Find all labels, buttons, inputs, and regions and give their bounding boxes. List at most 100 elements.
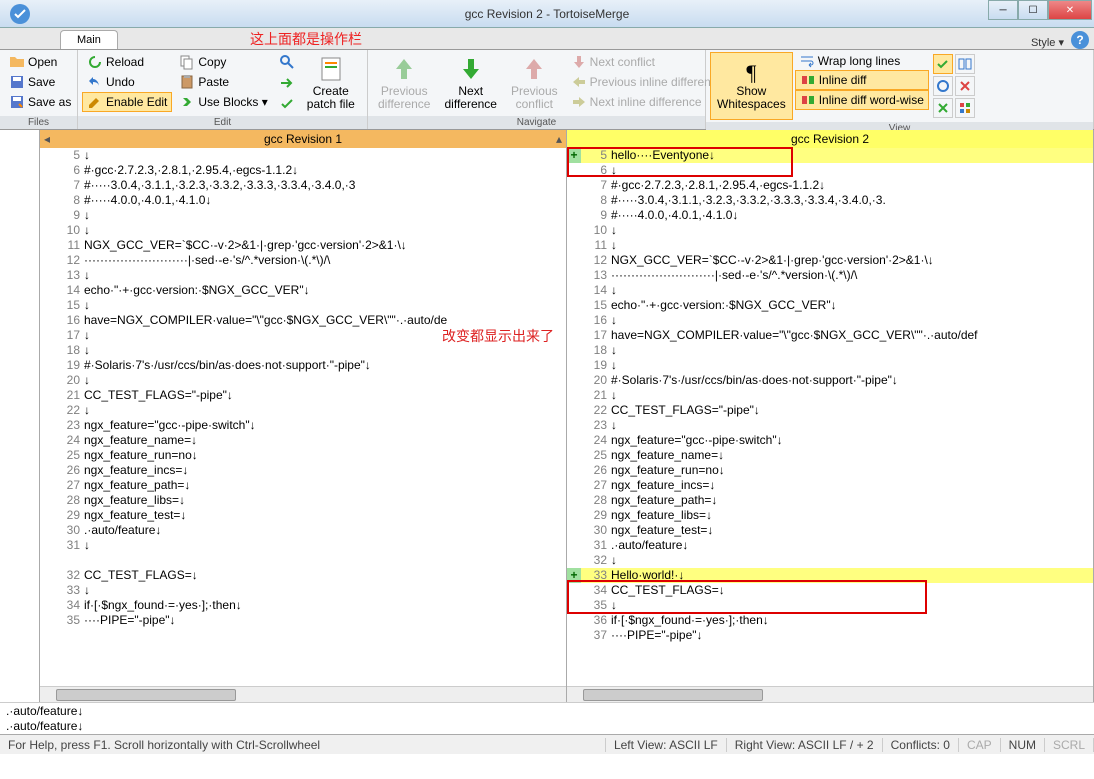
- view-opt-5[interactable]: [933, 98, 953, 118]
- code-line[interactable]: 13··························|·sed·-e·'s/…: [567, 268, 1093, 283]
- code-line[interactable]: 8#·····3.0.4,·3.1.1,·3.2.3,·3.3.2,·3.3.3…: [567, 193, 1093, 208]
- code-line[interactable]: 18↓: [567, 343, 1093, 358]
- maximize-button[interactable]: ☐: [1018, 0, 1048, 20]
- tab-main[interactable]: Main: [60, 30, 118, 49]
- save-as-button[interactable]: Save as: [4, 92, 73, 112]
- code-line[interactable]: 36if·[·$ngx_found·=·yes·];·then↓: [567, 613, 1093, 628]
- close-button[interactable]: ✕: [1048, 0, 1092, 20]
- view-opt-1[interactable]: [933, 54, 953, 74]
- code-line[interactable]: 34CC_TEST_FLAGS=↓: [567, 583, 1093, 598]
- create-patch-button[interactable]: Create patch file: [301, 52, 361, 114]
- code-line[interactable]: 12··························|·sed·-e·'s/…: [40, 253, 566, 268]
- prev-inline-button[interactable]: Previous inline difference: [566, 72, 729, 92]
- collapse-left-icon[interactable]: ◂: [44, 132, 50, 146]
- code-line[interactable]: [40, 553, 566, 568]
- code-line[interactable]: 12NGX_GCC_VER=`$CC·-v·2>&1·|·grep·'gcc·v…: [567, 253, 1093, 268]
- open-button[interactable]: Open: [4, 52, 73, 72]
- code-line[interactable]: 9#·····4.0.0,·4.0.1,·4.1.0↓: [567, 208, 1093, 223]
- code-line[interactable]: 11NGX_GCC_VER=`$CC·-v·2>&1·|·grep·'gcc·v…: [40, 238, 566, 253]
- save-button[interactable]: Save: [4, 72, 73, 92]
- left-content[interactable]: 5↓6#·gcc·2.7.2.3,·2.8.1,·2.95.4,·egcs-1.…: [40, 148, 566, 686]
- code-line[interactable]: 8#·····4.0.0,·4.0.1,·4.1.0↓: [40, 193, 566, 208]
- code-line[interactable]: 25ngx_feature_run=no↓: [40, 448, 566, 463]
- code-line[interactable]: 25ngx_feature_name=↓: [567, 448, 1093, 463]
- code-line[interactable]: 14↓: [567, 283, 1093, 298]
- prev-conflict-button[interactable]: Previous conflict: [505, 52, 564, 114]
- code-line[interactable]: 22↓: [40, 403, 566, 418]
- view-opt-2[interactable]: [955, 54, 975, 74]
- code-line[interactable]: 24ngx_feature="gcc·-pipe·switch"↓: [567, 433, 1093, 448]
- code-line[interactable]: 13↓: [40, 268, 566, 283]
- code-line[interactable]: 16↓: [567, 313, 1093, 328]
- paste-button[interactable]: Paste: [174, 72, 272, 92]
- code-line[interactable]: 30ngx_feature_test=↓: [567, 523, 1093, 538]
- style-dropdown[interactable]: Style ▾: [1031, 36, 1064, 49]
- right-content[interactable]: +5hello····Eventyone↓6↓7#·gcc·2.7.2.3,·2…: [567, 148, 1093, 686]
- goto-icon[interactable]: [279, 75, 295, 91]
- code-line[interactable]: 6#·gcc·2.7.2.3,·2.8.1,·2.95.4,·egcs-1.1.…: [40, 163, 566, 178]
- right-hscroll[interactable]: [567, 686, 1093, 702]
- code-line[interactable]: 21CC_TEST_FLAGS="-pipe"↓: [40, 388, 566, 403]
- code-line[interactable]: 19↓: [567, 358, 1093, 373]
- code-line[interactable]: 35····PIPE="-pipe"↓: [40, 613, 566, 628]
- find-icon[interactable]: [279, 54, 295, 70]
- show-whitespace-button[interactable]: ¶Show Whitespaces: [710, 52, 793, 120]
- next-diff-button[interactable]: Next difference: [438, 52, 502, 114]
- code-line[interactable]: 10↓: [40, 223, 566, 238]
- wrap-lines-toggle[interactable]: Wrap long lines: [795, 52, 929, 70]
- code-line[interactable]: 35↓: [567, 598, 1093, 613]
- code-line[interactable]: 22CC_TEST_FLAGS="-pipe"↓: [567, 403, 1093, 418]
- inline-diff-ww-toggle[interactable]: Inline diff word-wise: [795, 90, 929, 110]
- code-line[interactable]: +5hello····Eventyone↓: [567, 148, 1093, 163]
- code-line[interactable]: 15↓: [40, 298, 566, 313]
- check-icon[interactable]: [279, 96, 295, 112]
- prev-diff-button[interactable]: Previous difference: [372, 52, 436, 114]
- code-line[interactable]: 11↓: [567, 238, 1093, 253]
- help-button[interactable]: ?: [1071, 31, 1089, 49]
- code-line[interactable]: 19#·Solaris·7's·/usr/ccs/bin/as·does·not…: [40, 358, 566, 373]
- code-line[interactable]: 37····PIPE="-pipe"↓: [567, 628, 1093, 643]
- code-line[interactable]: 10↓: [567, 223, 1093, 238]
- code-line[interactable]: 26ngx_feature_run=no↓: [567, 463, 1093, 478]
- copy-button[interactable]: Copy: [174, 52, 272, 72]
- code-line[interactable]: 27ngx_feature_incs=↓: [567, 478, 1093, 493]
- undo-button[interactable]: Undo: [82, 72, 172, 92]
- code-line[interactable]: 29ngx_feature_test=↓: [40, 508, 566, 523]
- use-blocks-button[interactable]: Use Blocks ▾: [174, 92, 272, 112]
- next-inline-button[interactable]: Next inline difference: [566, 92, 729, 112]
- code-line[interactable]: 33↓: [40, 583, 566, 598]
- code-line[interactable]: 20#·Solaris·7's·/usr/ccs/bin/as·does·not…: [567, 373, 1093, 388]
- locator-bar[interactable]: [0, 130, 40, 702]
- code-line[interactable]: 24ngx_feature_name=↓: [40, 433, 566, 448]
- minimize-button[interactable]: ─: [988, 0, 1018, 20]
- code-line[interactable]: 27ngx_feature_path=↓: [40, 478, 566, 493]
- view-opt-6[interactable]: [955, 98, 975, 118]
- view-opt-4[interactable]: [955, 76, 975, 96]
- enable-edit-button[interactable]: Enable Edit: [82, 92, 172, 112]
- code-line[interactable]: 32CC_TEST_FLAGS=↓: [40, 568, 566, 583]
- code-line[interactable]: 23ngx_feature="gcc·-pipe·switch"↓: [40, 418, 566, 433]
- code-line[interactable]: 28ngx_feature_libs=↓: [40, 493, 566, 508]
- code-line[interactable]: 14echo·"·+·gcc·version:·$NGX_GCC_VER"↓: [40, 283, 566, 298]
- reload-button[interactable]: Reload: [82, 52, 172, 72]
- left-hscroll[interactable]: [40, 686, 566, 702]
- inline-diff-toggle[interactable]: Inline diff: [795, 70, 929, 90]
- code-line[interactable]: 32↓: [567, 553, 1093, 568]
- code-line[interactable]: 9↓: [40, 208, 566, 223]
- code-line[interactable]: 23↓: [567, 418, 1093, 433]
- code-line[interactable]: 7#·gcc·2.7.2.3,·2.8.1,·2.95.4,·egcs-1.1.…: [567, 178, 1093, 193]
- next-conflict-button[interactable]: Next conflict: [566, 52, 729, 72]
- code-line[interactable]: 21↓: [567, 388, 1093, 403]
- code-line[interactable]: 29ngx_feature_libs=↓: [567, 508, 1093, 523]
- code-line[interactable]: 20↓: [40, 373, 566, 388]
- code-line[interactable]: 34if·[·$ngx_found·=·yes·];·then↓: [40, 598, 566, 613]
- code-line[interactable]: 30.·auto/feature↓: [40, 523, 566, 538]
- code-line[interactable]: 7#·····3.0.4,·3.1.1,·3.2.3,·3.3.2,·3.3.3…: [40, 178, 566, 193]
- code-line[interactable]: 31.·auto/feature↓: [567, 538, 1093, 553]
- code-line[interactable]: 28ngx_feature_path=↓: [567, 493, 1093, 508]
- code-line[interactable]: 26ngx_feature_incs=↓: [40, 463, 566, 478]
- code-line[interactable]: 31↓: [40, 538, 566, 553]
- collapse-right-icon[interactable]: ▴: [556, 132, 562, 146]
- code-line[interactable]: 5↓: [40, 148, 566, 163]
- code-line[interactable]: 17have=NGX_COMPILER·value="\"gcc·$NGX_GC…: [567, 328, 1093, 343]
